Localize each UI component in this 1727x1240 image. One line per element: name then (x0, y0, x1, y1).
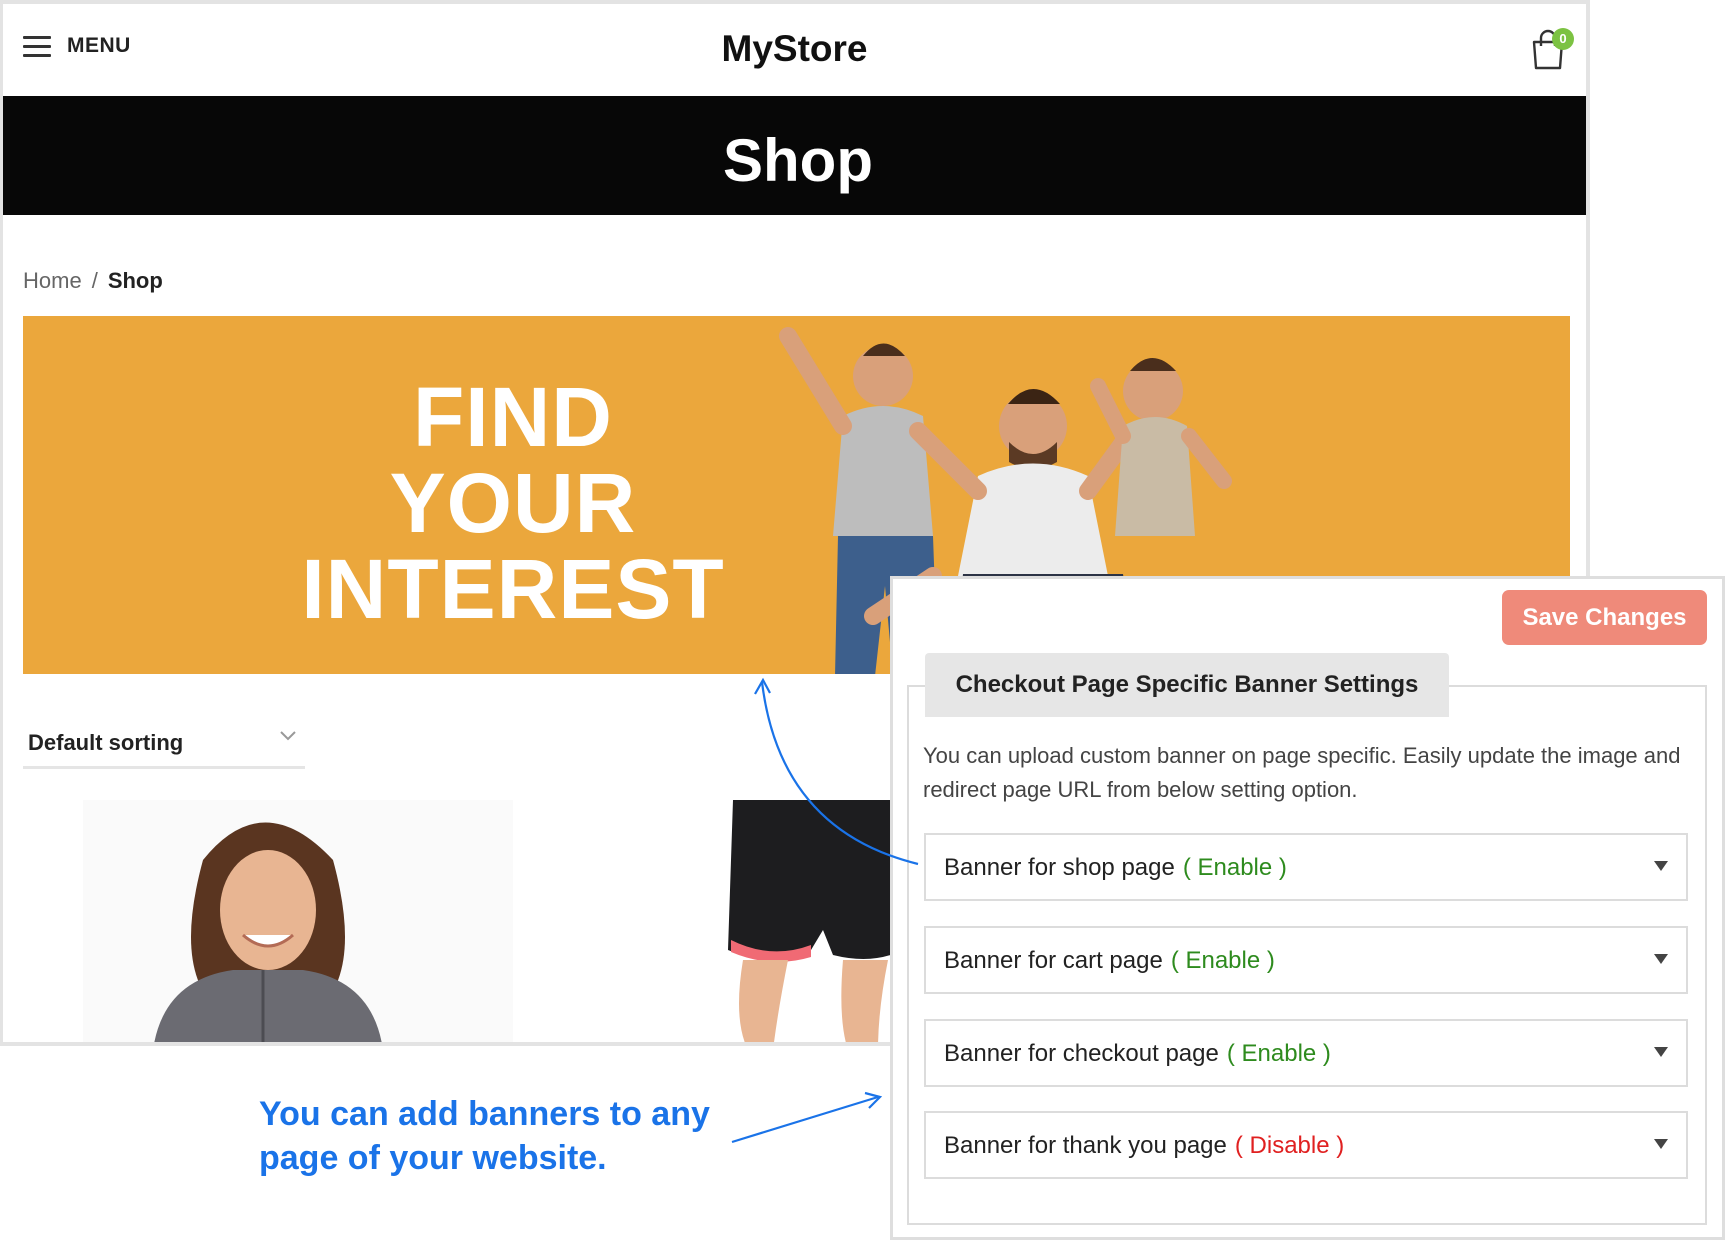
breadcrumb-home-link[interactable]: Home (23, 268, 82, 293)
site-header: MENU MyStore 0 (3, 4, 1586, 96)
save-changes-button[interactable]: Save Changes (1502, 590, 1707, 645)
banner-row-thank-you[interactable]: Banner for thank you page( Disable ) (924, 1111, 1688, 1179)
status-enable: ( Enable ) (1170, 947, 1275, 974)
banner-row-cart[interactable]: Banner for cart page( Enable ) (924, 926, 1688, 994)
site-logo[interactable]: MyStore (3, 28, 1586, 70)
cart-button[interactable]: 0 (1528, 28, 1574, 70)
caret-down-icon (1654, 954, 1668, 964)
status-enable: ( Enable ) (1226, 1040, 1331, 1067)
caret-down-icon (1654, 861, 1668, 871)
chevron-down-icon (280, 731, 296, 741)
product-image (83, 800, 513, 1042)
annotation-line-2: page of your website. (259, 1139, 607, 1177)
product-card[interactable] (83, 800, 513, 1042)
banner-row-checkout[interactable]: Banner for checkout page( Enable ) (924, 1019, 1688, 1087)
annotation-line-1: You can add banners to any (259, 1095, 710, 1133)
banner-line-1: FIND (413, 370, 613, 464)
sort-select[interactable]: Default sorting (23, 716, 305, 769)
product-image (663, 800, 903, 1042)
section-description: You can upload custom banner on page spe… (923, 743, 1681, 802)
caret-down-icon (1654, 1139, 1668, 1149)
row-label: Banner for cart page( Enable ) (944, 947, 1275, 974)
page-title-bar: Shop (3, 96, 1586, 215)
row-label: Banner for thank you page( Disable ) (944, 1132, 1345, 1159)
page-title: Shop (723, 127, 873, 194)
breadcrumb-current: Shop (107, 268, 163, 293)
row-label: Banner for checkout page( Enable ) (944, 1040, 1331, 1067)
banner-line-3: INTEREST (301, 542, 725, 636)
arrow-to-panel (731, 1095, 879, 1144)
banner-row-shop[interactable]: Banner for shop page( Enable ) (924, 833, 1688, 901)
status-disable: ( Disable ) (1234, 1132, 1345, 1159)
section-title: Checkout Page Specific Banner Settings (925, 653, 1449, 717)
breadcrumb-separator: / (91, 268, 98, 293)
breadcrumb: Home / Shop (23, 268, 163, 294)
product-card[interactable] (663, 800, 903, 1042)
row-label: Banner for shop page( Enable ) (944, 854, 1287, 881)
caret-down-icon (1654, 1047, 1668, 1057)
annotation-text: You can add banners to any page of your … (259, 1092, 739, 1180)
banner-headline: FIND YOUR INTEREST (243, 374, 783, 632)
sort-selected-value: Default sorting (28, 730, 184, 755)
cart-count-badge: 0 (1552, 28, 1574, 50)
banner-line-2: YOUR (389, 456, 637, 550)
status-enable: ( Enable ) (1182, 854, 1287, 881)
banner-settings-panel: Save Changes Checkout Page Specific Bann… (890, 576, 1725, 1240)
